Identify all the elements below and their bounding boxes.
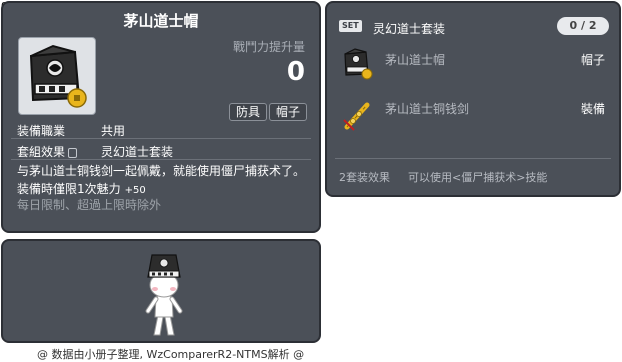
set-item-name: 茅山道士帽 bbox=[385, 53, 446, 67]
job-value: 共用 bbox=[101, 124, 126, 138]
set-item-category: 裝備 bbox=[580, 102, 605, 116]
footer-credit: @ 数据由小册子整理, WzComparerR2-NTMS解析 @ bbox=[37, 348, 305, 361]
divider bbox=[335, 158, 611, 159]
item-name: 茅山道士帽 bbox=[123, 12, 199, 30]
attack-increase-value: 0 bbox=[286, 57, 305, 87]
taoist-hat-icon bbox=[29, 44, 87, 108]
job-label: 装備職業 bbox=[17, 124, 66, 138]
set-name: 灵幻道士套装 bbox=[373, 22, 446, 36]
set-effect-count: 2套装效果 bbox=[339, 171, 390, 184]
category-tag-armor: 防具 bbox=[229, 103, 268, 121]
set-effect-label: 套組效果 bbox=[17, 143, 78, 160]
set-effect-text: 可以使用<僵尸捕获术>技能 bbox=[408, 171, 548, 184]
set-effect-value: 灵幻道士套装 bbox=[101, 145, 174, 159]
taoist-hat-icon bbox=[344, 48, 373, 80]
equip-stat-label: 装備時僅限1次魅力 bbox=[17, 182, 121, 196]
attack-increase-label: 戰鬥力提升量 bbox=[232, 40, 305, 54]
item-tooltip-panel: 茅山道士帽 戰鬥力提升量 0 防具 帽子 装備職業 共用 套組效果 灵幻道士套装… bbox=[1, 1, 321, 233]
set-effect: 2套装效果 可以使用<僵尸捕获术>技能 bbox=[339, 169, 547, 185]
character-avatar bbox=[145, 254, 183, 336]
set-item-name: 茅山道士铜钱剑 bbox=[385, 102, 470, 116]
category-tag-hat: 帽子 bbox=[269, 103, 308, 121]
set-panel: SET 灵幻道士套装 0 / 2 茅山道士帽 帽子 茅山道士铜钱剑 裝備 2套装… bbox=[325, 1, 621, 197]
item-icon-box bbox=[18, 37, 96, 115]
item-description: 与茅山道士铜钱剑一起佩戴，就能使用僵尸捕获术了。 bbox=[17, 164, 306, 178]
divider bbox=[11, 159, 311, 160]
limit-note: 每日限制、超過上限時除外 bbox=[17, 198, 162, 212]
set-badge: SET bbox=[339, 20, 362, 32]
set-item-category: 帽子 bbox=[580, 53, 605, 67]
equip-stat: 装備時僅限1次魅力 +50 bbox=[17, 180, 146, 197]
equip-stat-value: +50 bbox=[124, 185, 146, 196]
coin-sword-icon bbox=[343, 102, 370, 131]
lock-icon bbox=[68, 147, 78, 158]
set-count-badge: 0 / 2 bbox=[557, 17, 609, 35]
set-effect-label-text: 套組效果 bbox=[17, 145, 66, 159]
divider bbox=[11, 138, 311, 139]
avatar-preview-panel bbox=[1, 239, 321, 343]
